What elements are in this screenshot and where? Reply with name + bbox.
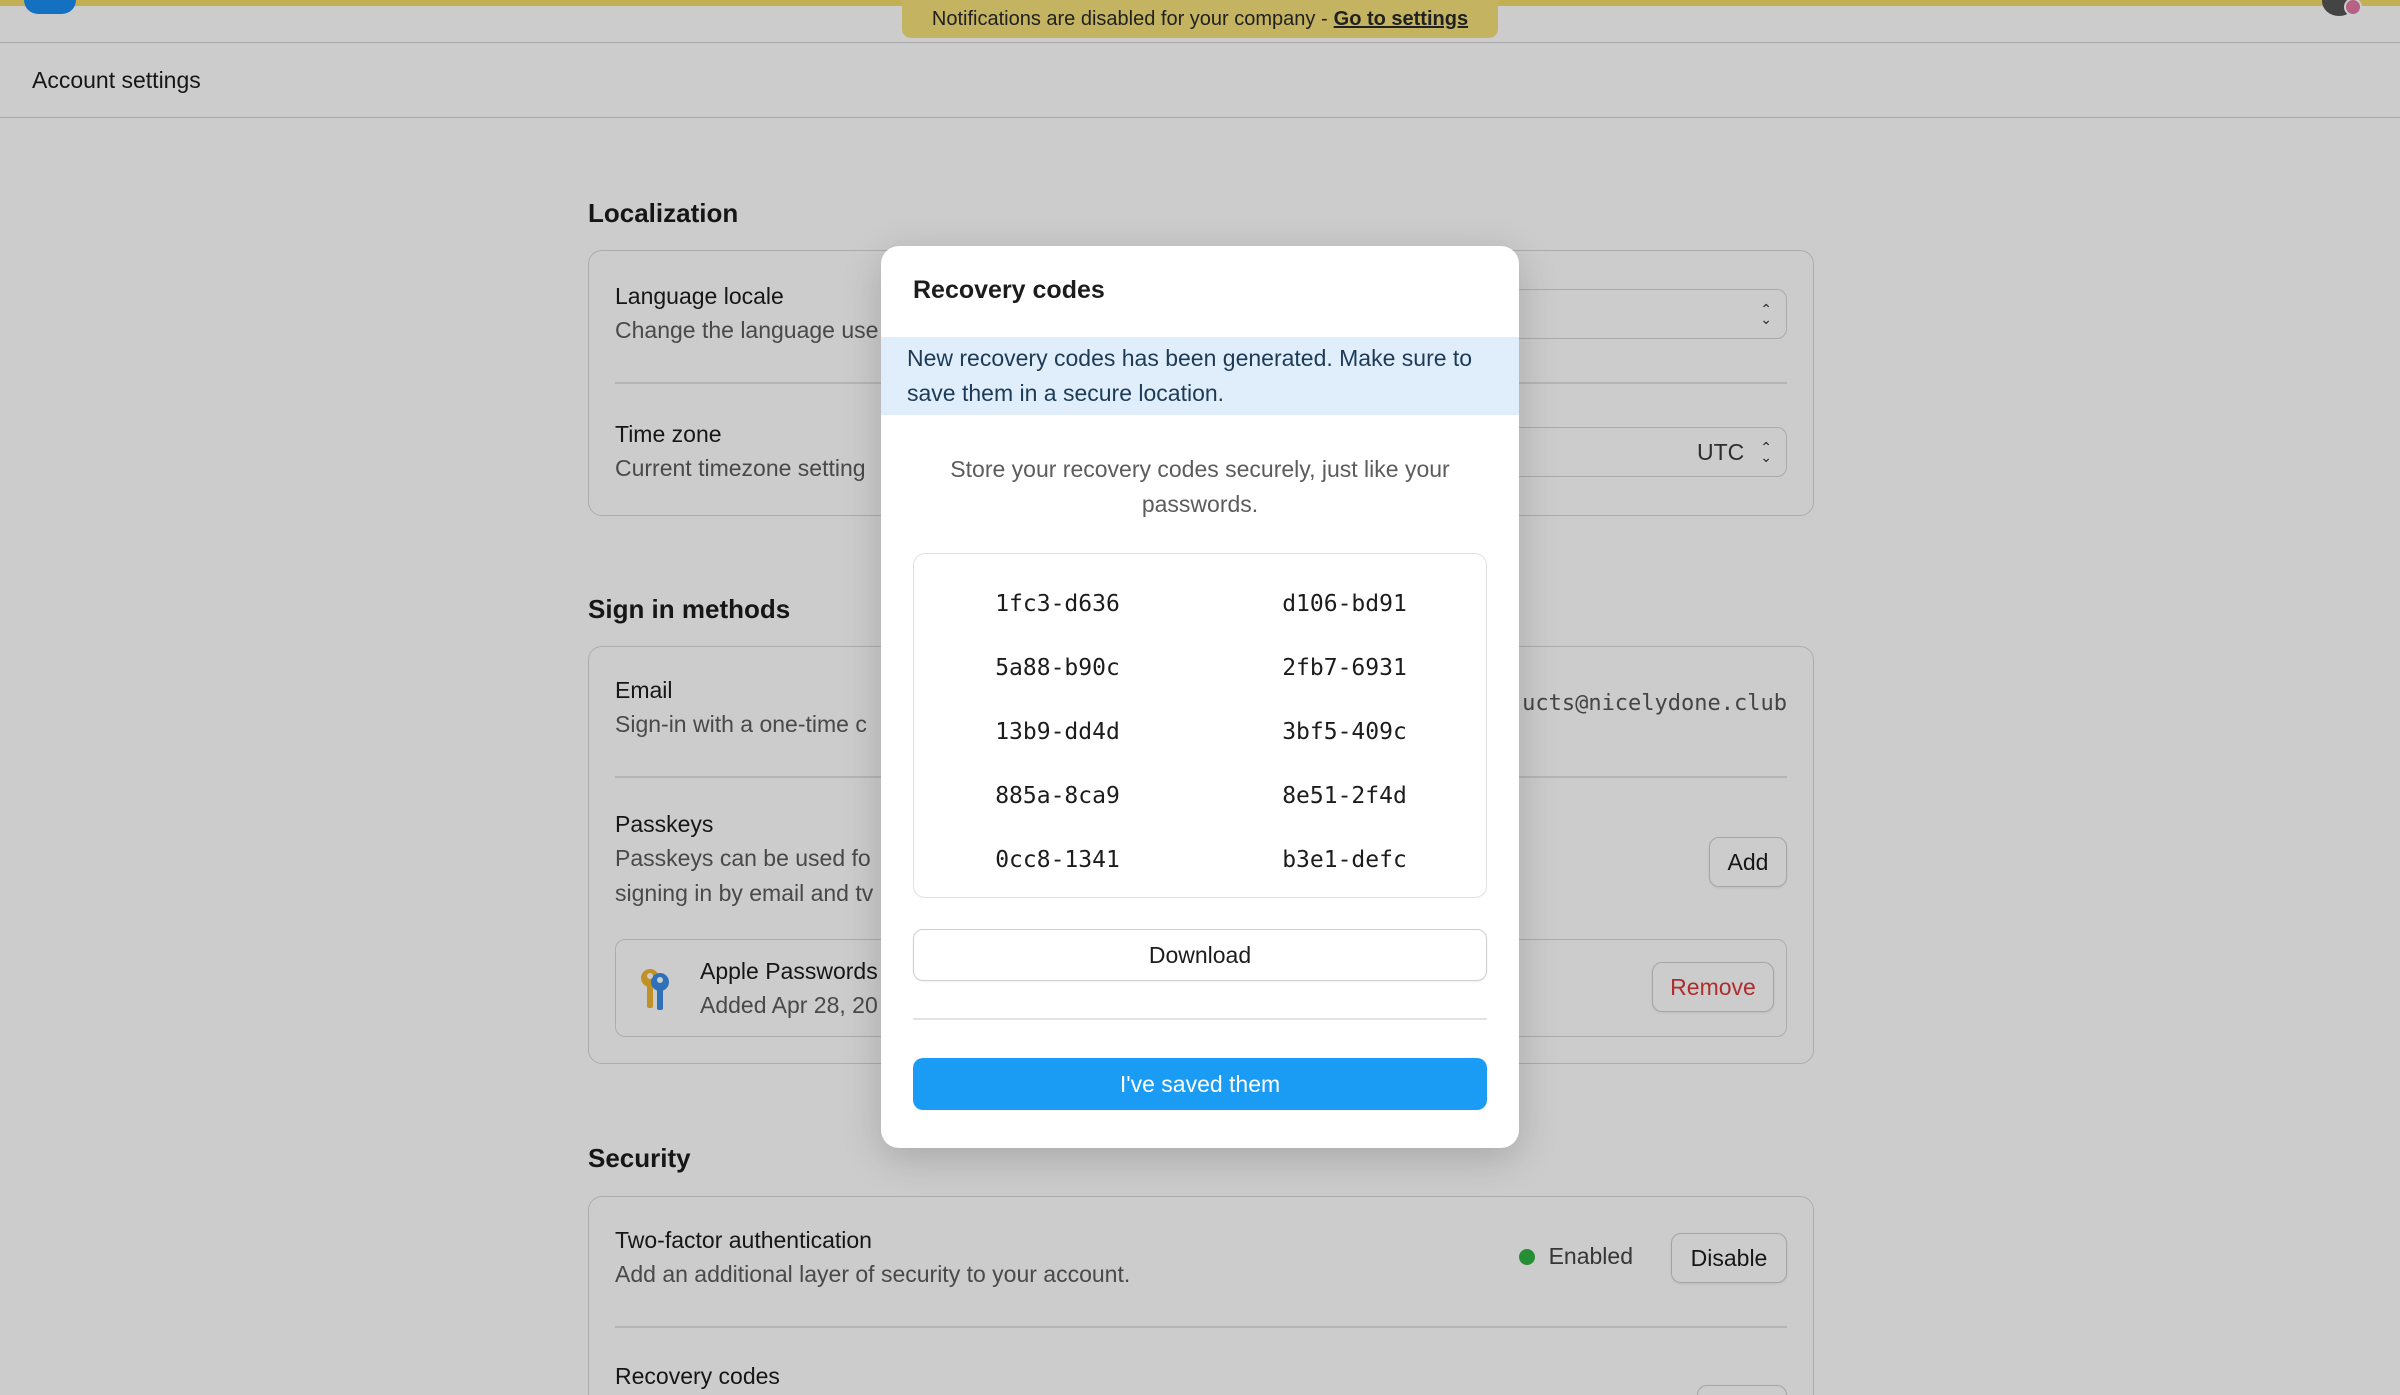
modal-divider bbox=[913, 1018, 1487, 1020]
saved-codes-button[interactable]: I've saved them bbox=[913, 1058, 1487, 1110]
recovery-code: 13b9-dd4d bbox=[995, 719, 1120, 745]
download-codes-button[interactable]: Download bbox=[913, 929, 1487, 981]
recovery-codes-list: 1fc3-d636 d106-bd91 5a88-b90c 2fb7-6931 … bbox=[913, 553, 1487, 898]
modal-title: Recovery codes bbox=[913, 276, 1105, 304]
recovery-code: 885a-8ca9 bbox=[995, 783, 1120, 809]
recovery-code: d106-bd91 bbox=[1282, 591, 1407, 617]
modal-intro-text: Store your recovery codes securely, just… bbox=[950, 456, 1450, 517]
recovery-code: 3bf5-409c bbox=[1282, 719, 1407, 745]
recovery-code: 0cc8-1341 bbox=[995, 847, 1120, 873]
recovery-code: 2fb7-6931 bbox=[1282, 655, 1407, 681]
recovery-code: 5a88-b90c bbox=[995, 655, 1120, 681]
app-root: Notifications are disabled for your comp… bbox=[0, 0, 2400, 1395]
recovery-codes-alert: New recovery codes has been generated. M… bbox=[881, 337, 1519, 415]
codes-grid: 1fc3-d636 d106-bd91 5a88-b90c 2fb7-6931 … bbox=[914, 572, 1488, 892]
recovery-code: 1fc3-d636 bbox=[995, 591, 1120, 617]
recovery-codes-modal: Recovery codes New recovery codes has be… bbox=[881, 246, 1519, 1148]
recovery-code: b3e1-defc bbox=[1282, 847, 1407, 873]
recovery-code: 8e51-2f4d bbox=[1282, 783, 1407, 809]
